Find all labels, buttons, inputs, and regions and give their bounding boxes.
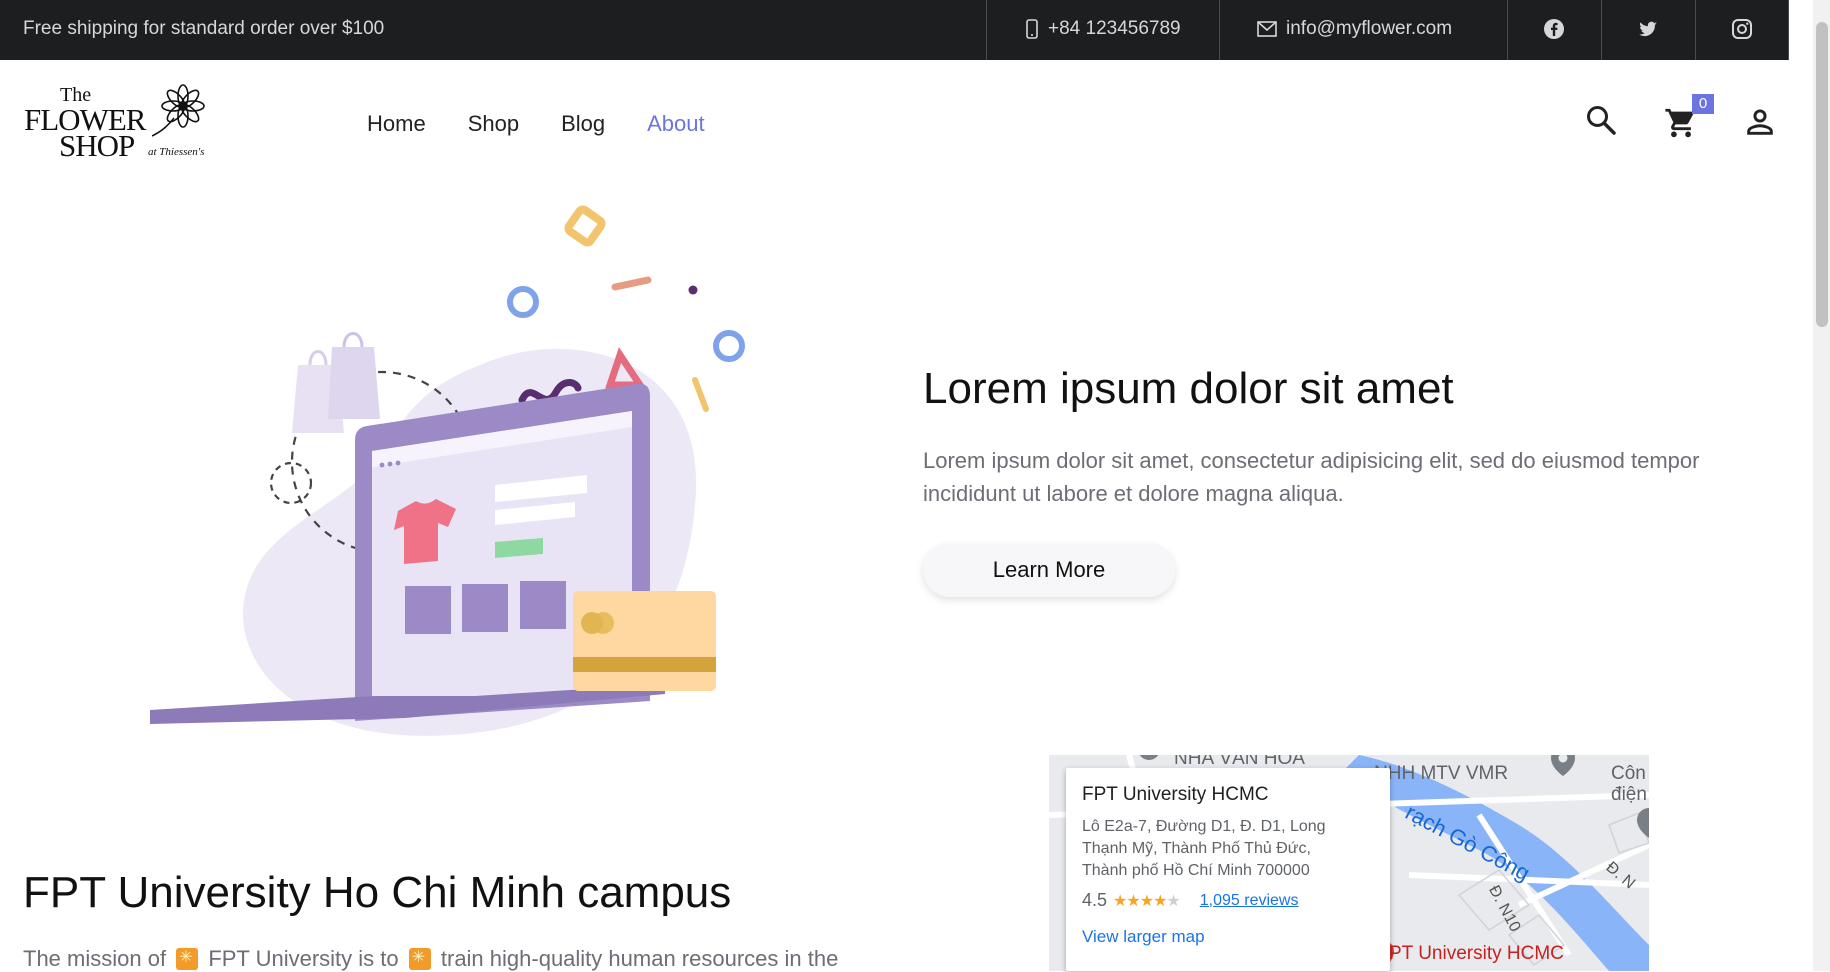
search-icon[interactable] bbox=[1585, 104, 1617, 136]
map-label: NHH MTV VMR bbox=[1374, 763, 1509, 784]
twitter-icon[interactable] bbox=[1636, 17, 1660, 41]
phone-number: +84 123456789 bbox=[1048, 18, 1181, 39]
map-place-marker-label: PT University HCMC bbox=[1389, 943, 1564, 964]
phone-icon bbox=[1026, 19, 1038, 39]
logo-text: at Thiessen's bbox=[148, 146, 205, 158]
email-contact[interactable]: info@myflower.com bbox=[1257, 18, 1452, 40]
nav-home[interactable]: Home bbox=[367, 111, 426, 137]
facebook-icon[interactable] bbox=[1542, 17, 1566, 41]
instagram-icon[interactable] bbox=[1730, 17, 1754, 41]
nav-about[interactable]: About bbox=[647, 111, 705, 137]
place-rating-row: 4.5 ★★★★★ 1,095 reviews bbox=[1082, 890, 1374, 911]
divider bbox=[1601, 0, 1602, 60]
mission-text-part: The mission of bbox=[23, 946, 167, 971]
sparkle-icon bbox=[408, 947, 431, 970]
cart-count-badge: 0 bbox=[1692, 94, 1714, 114]
online-shopping-illustration bbox=[150, 205, 745, 736]
map-place-card: FPT University HCMC Lô E2a-7, Đường D1, … bbox=[1066, 768, 1390, 971]
phone-contact[interactable]: +84 123456789 bbox=[1025, 18, 1181, 40]
user-icon[interactable] bbox=[1744, 106, 1776, 138]
nav-blog[interactable]: Blog bbox=[561, 111, 605, 137]
scrollbar[interactable] bbox=[1813, 0, 1830, 971]
map-label: Côn bbox=[1611, 763, 1646, 784]
flower-icon bbox=[152, 84, 205, 137]
rating-value: 4.5 bbox=[1082, 890, 1108, 910]
divider bbox=[986, 0, 987, 60]
mission-text-part: train high-quality human resources in th… bbox=[440, 946, 839, 971]
flower-shop-logo[interactable]: The FLOWER SHOP at Thiessen's bbox=[24, 84, 219, 164]
divider bbox=[1695, 0, 1696, 60]
email-address: info@myflower.com bbox=[1286, 18, 1453, 39]
logo-text: SHOP bbox=[59, 128, 135, 163]
divider bbox=[1219, 0, 1220, 60]
place-name: FPT University HCMC bbox=[1082, 784, 1269, 805]
view-larger-map-link[interactable]: View larger map bbox=[1082, 927, 1374, 947]
hero-description: Lorem ipsum dolor sit amet, consectetur … bbox=[923, 448, 1700, 506]
nav-shop[interactable]: Shop bbox=[468, 111, 519, 137]
divider bbox=[1788, 0, 1789, 60]
map-label: điện bbox=[1611, 784, 1647, 805]
shipping-promo: Free shipping for standard order over $1… bbox=[23, 18, 385, 39]
mission-text-part: FPT University is to bbox=[208, 946, 399, 971]
hero-title: Lorem ipsum dolor sit amet bbox=[923, 364, 1454, 413]
campus-title: FPT University Ho Chi Minh campus bbox=[23, 868, 732, 917]
top-bar: Free shipping for standard order over $1… bbox=[0, 0, 1789, 60]
mail-icon bbox=[1257, 21, 1277, 37]
main-nav: Home Shop Blog About bbox=[367, 111, 705, 137]
sparkle-icon bbox=[176, 947, 199, 970]
reviews-link[interactable]: 1,095 reviews bbox=[1200, 892, 1299, 910]
campus-mission-text: The mission of FPT University is to trai… bbox=[23, 946, 838, 972]
place-address: Lô E2a-7, Đường D1, Đ. D1, Long Thạnh Mỹ… bbox=[1082, 818, 1326, 879]
star-rating-icon: ★★★★★ bbox=[1113, 892, 1181, 910]
scrollbar-thumb[interactable] bbox=[1816, 22, 1828, 327]
divider bbox=[1507, 0, 1508, 60]
learn-more-button[interactable]: Learn More bbox=[923, 543, 1175, 597]
